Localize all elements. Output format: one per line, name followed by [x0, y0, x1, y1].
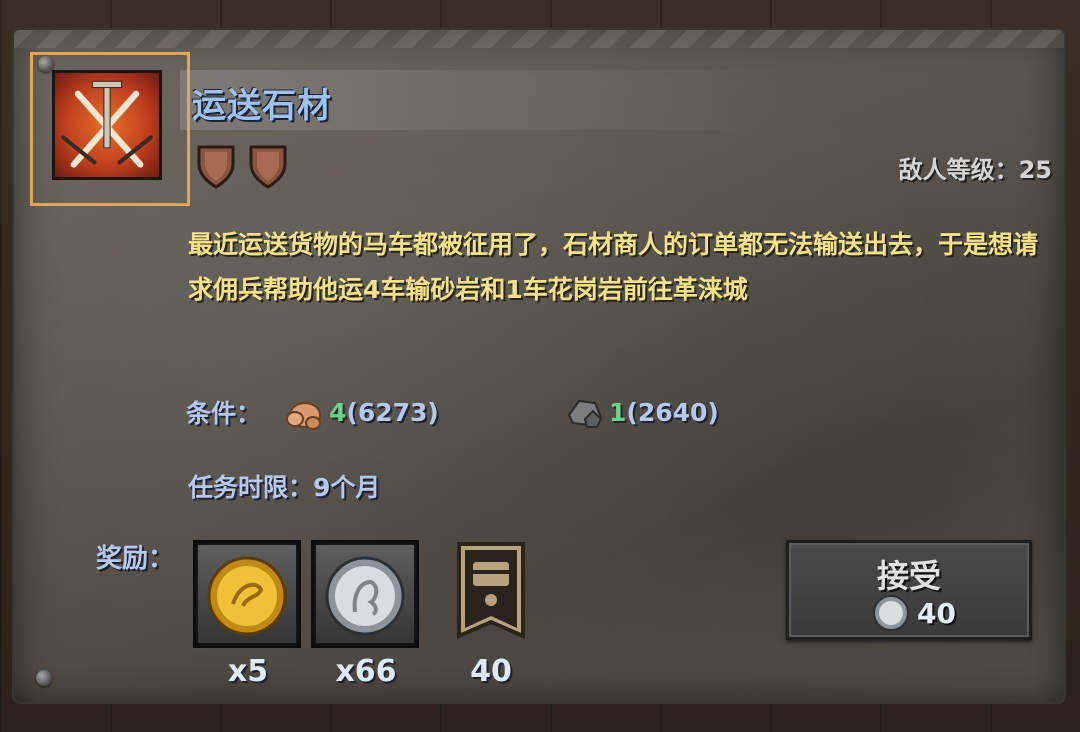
enemy-level-label: 敌人等级：: [898, 156, 1019, 184]
silver-coin-icon: [325, 556, 405, 636]
accept-button[interactable]: 接受 40: [786, 540, 1032, 640]
condition-required: 1: [609, 397, 627, 427]
reward-slot[interactable]: [311, 540, 419, 648]
condition-item: 4 (6273): [283, 393, 563, 431]
reward-quantity: x66: [335, 654, 397, 689]
shield-icon: [249, 145, 287, 189]
enemy-level: 敌人等级：25: [899, 150, 1052, 185]
accept-button-label: 接受: [876, 557, 941, 595]
quest-description: 最近运送货物的马车都被征用了，石材商人的订单都无法输送出去，于是想请求佣兵帮助他…: [188, 230, 1039, 304]
quest-title: 运送石材: [192, 86, 332, 126]
reward-slot[interactable]: [193, 540, 301, 648]
sandstone-icon: [286, 402, 322, 430]
condition-owned: (6273): [346, 397, 439, 427]
condition-owned: (2640): [626, 397, 719, 427]
shield-icon: [197, 145, 235, 189]
silver-coin-icon: [873, 595, 909, 631]
granite-icon: [567, 399, 603, 428]
condition-required: 4: [329, 397, 347, 427]
reward-quantity: 40: [470, 654, 512, 689]
conditions-label: 条件：: [186, 399, 262, 428]
conditions-row: 条件： 4 (6273) 1 (2640): [186, 390, 719, 434]
enemy-level-value: 25: [1018, 156, 1052, 184]
rivet: [36, 670, 52, 686]
accept-cost-value: 40: [917, 596, 956, 630]
crossed-swords-icon[interactable]: [52, 70, 162, 180]
accept-cost: 40: [871, 593, 956, 633]
condition-item: 1 (2640): [563, 393, 719, 431]
gold-coin-icon: [207, 556, 287, 636]
reward-slot[interactable]: [455, 540, 527, 644]
reward-quantity: x5: [227, 654, 269, 689]
rewards-label: 奖励：: [96, 544, 175, 574]
treasure-banner-icon: [457, 542, 525, 640]
quest-deadline: 任务时限：9个月: [188, 473, 381, 502]
